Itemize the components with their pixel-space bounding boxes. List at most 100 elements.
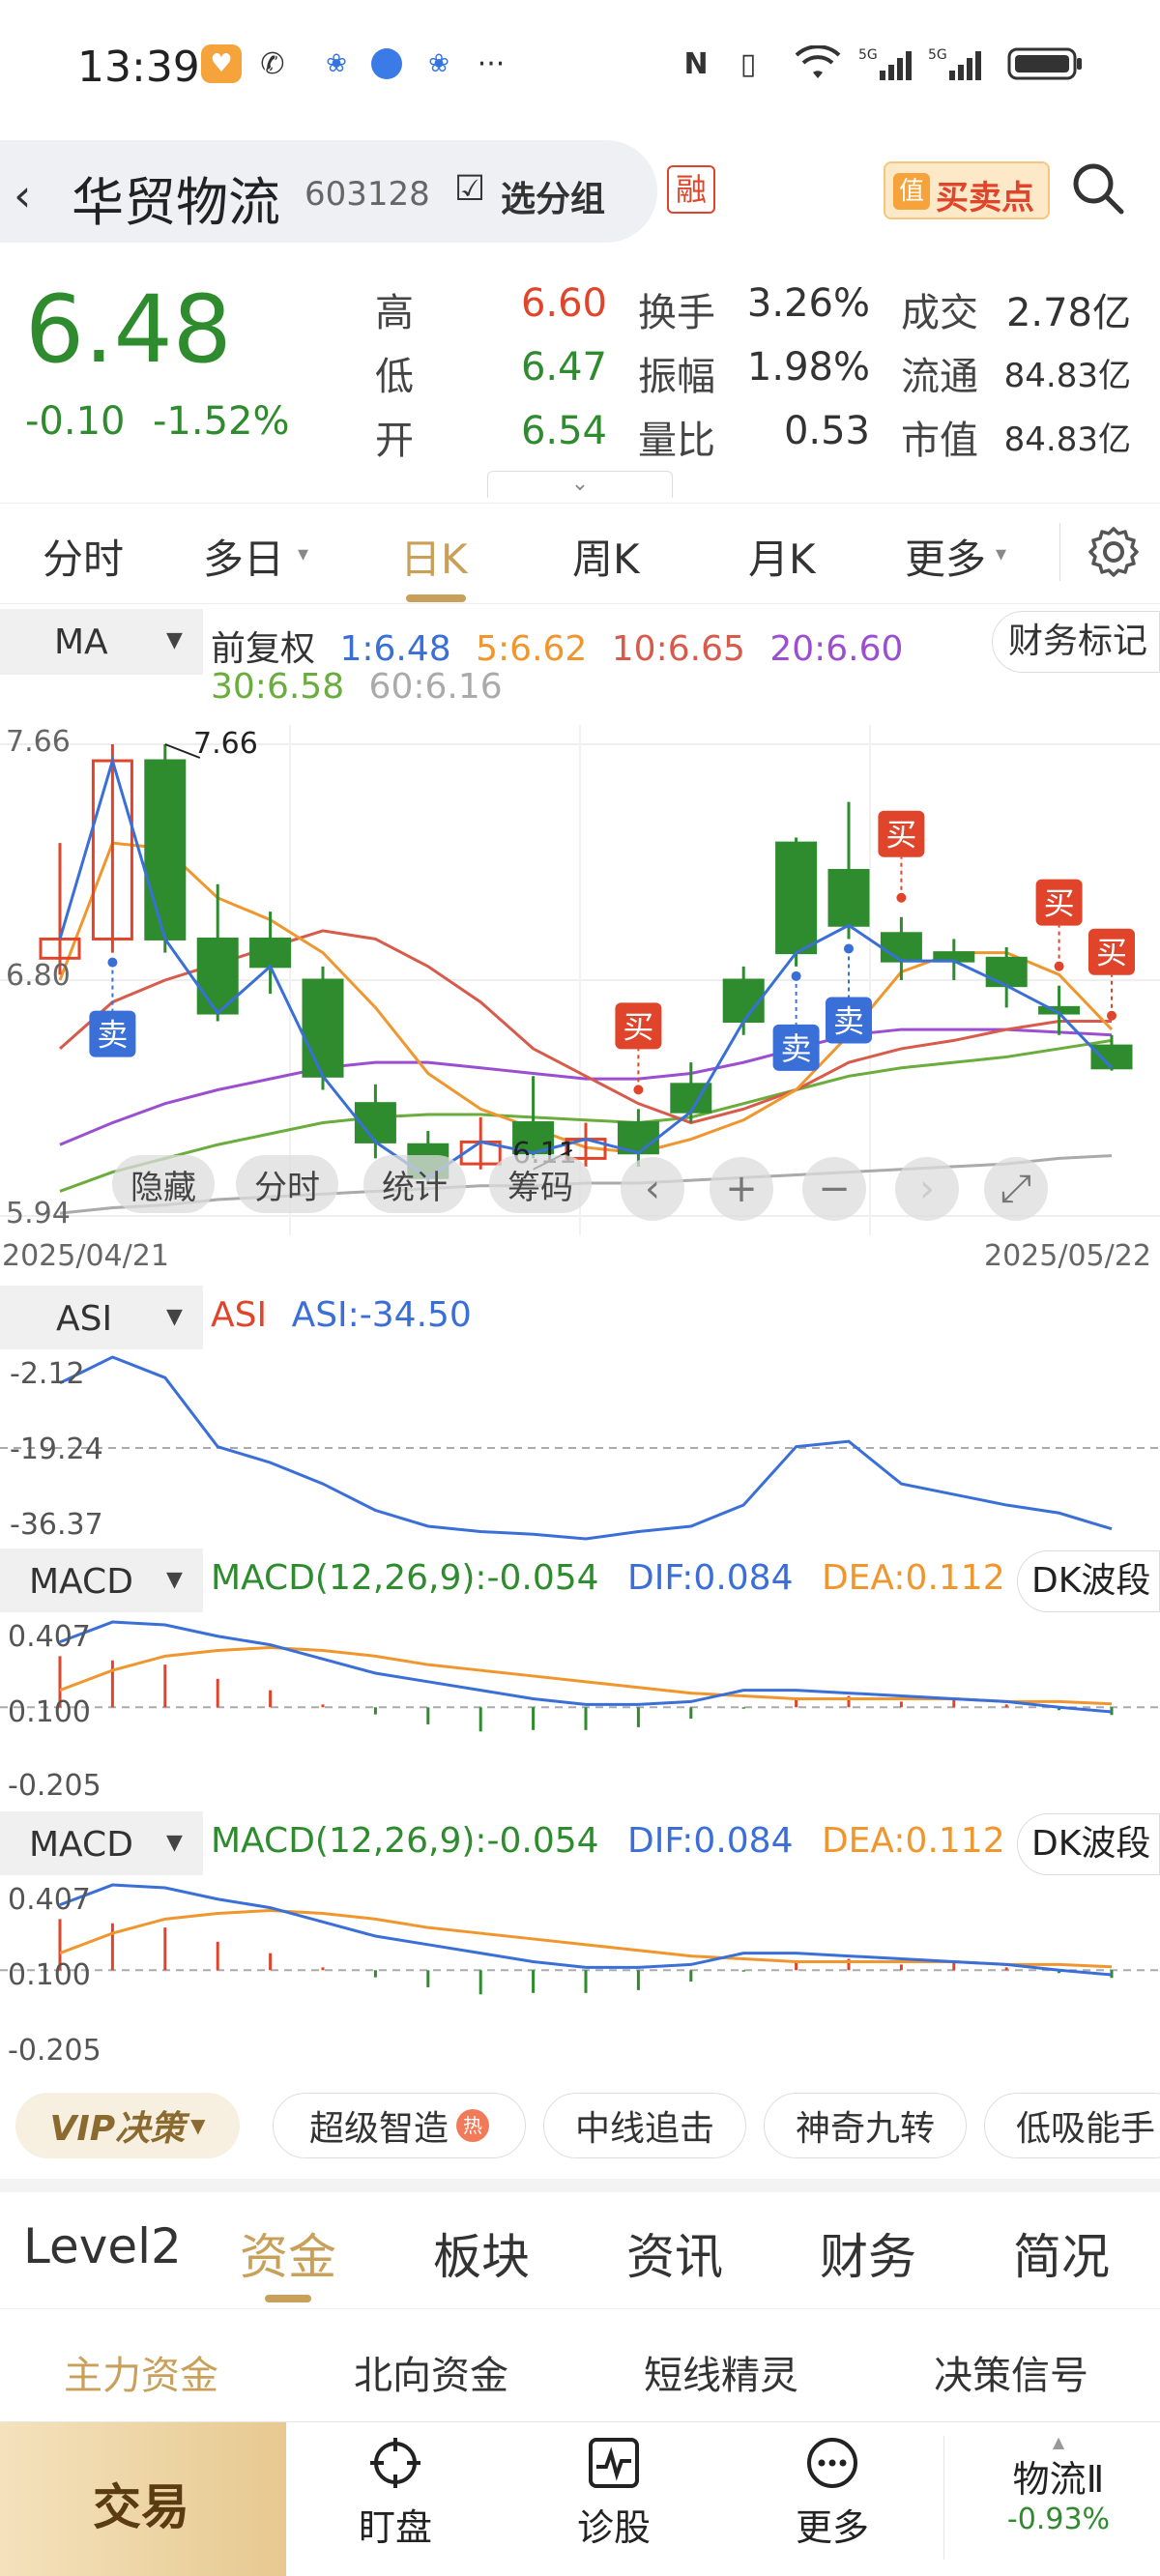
watch-label: 盯盘 <box>358 2506 432 2549</box>
adjust-label: 前复权 <box>211 629 316 669</box>
signal-dot <box>1054 961 1064 971</box>
svg-text:5G: 5G <box>928 47 947 63</box>
candle-body <box>775 841 818 955</box>
volume-ratio-label: 量比 <box>638 419 715 463</box>
kline-y-bot: 5.94 <box>6 1197 71 1230</box>
ma-selector[interactable]: MA ▼ <box>0 609 203 675</box>
chip-super-smart[interactable]: 超级智造 热 <box>273 2093 526 2158</box>
zoom-out-icon[interactable]: − <box>802 1157 866 1221</box>
trade-label: 交易 <box>93 2479 189 2535</box>
stats-button[interactable]: 统计 <box>363 1155 466 1213</box>
tab-news[interactable]: 资讯 <box>626 2218 723 2288</box>
divider <box>1059 523 1060 581</box>
macd-dea: DEA:0.112 <box>821 1821 1005 1861</box>
diagnose-button[interactable]: 诊股 <box>551 2436 677 2551</box>
ma20-value: 20:6.60 <box>769 629 904 669</box>
margin-badge: 融 <box>667 165 715 214</box>
group-button[interactable]: 选分组 <box>501 171 605 221</box>
fund-tab-main[interactable]: 主力资金 <box>64 2344 218 2400</box>
more-dots-icon <box>807 2438 857 2488</box>
buy-signal-label: 买 <box>1096 935 1127 971</box>
zoom-in-icon[interactable]: + <box>710 1157 773 1221</box>
chip-low-buy[interactable]: 低吸能手 <box>984 2093 1160 2158</box>
turnover-label: 换手 <box>638 291 715 335</box>
signal-dot <box>633 1085 644 1095</box>
more-button[interactable]: 更多 <box>769 2436 895 2551</box>
finance-mark-button[interactable]: 财务标记 <box>992 611 1160 673</box>
tab-sector[interactable]: 板块 <box>433 2218 530 2288</box>
tab-weekly-k[interactable]: 周K <box>572 527 640 586</box>
buy-signal-label: 买 <box>623 1008 653 1045</box>
macd-selector[interactable]: MACD ▼ <box>0 1811 203 1875</box>
hide-button[interactable]: 隐藏 <box>112 1155 215 1213</box>
amplitude-label: 振幅 <box>638 355 715 399</box>
price-change-pct: -1.52% <box>153 399 290 444</box>
settings-gear-icon[interactable] <box>1087 525 1141 583</box>
tab-funds[interactable]: 资金 <box>240 2218 336 2288</box>
chevron-right-icon[interactable]: › <box>895 1157 959 1221</box>
macd-params: MACD(12,26,9):-0.054 <box>211 1558 599 1598</box>
asi-selector[interactable]: ASI ▼ <box>0 1286 203 1349</box>
ma-legend-row1: 前复权 1:6.48 5:6.62 10:6.65 20:6.60 <box>211 621 903 671</box>
tab-financials[interactable]: 财务 <box>820 2218 916 2288</box>
fund-tab-short-sprite[interactable]: 短线精灵 <box>644 2344 798 2400</box>
section-divider <box>0 2179 1160 2192</box>
turnover-value: 3.26% <box>746 281 870 326</box>
fund-tab-northbound[interactable]: 北向资金 <box>354 2344 508 2400</box>
high-value: 6.60 <box>520 281 607 326</box>
float-value: 84.83亿 <box>1003 357 1131 395</box>
kline-y-top: 7.66 <box>6 725 71 759</box>
mcap-label: 市值 <box>901 419 978 463</box>
signal-5g-icon: 5G <box>926 44 990 83</box>
chips-button[interactable]: 筹码 <box>489 1155 592 1213</box>
search-icon[interactable] <box>1069 159 1127 221</box>
volume-ratio-value: 0.53 <box>783 409 870 453</box>
more-dots-icon: ··· <box>477 46 506 81</box>
buy-sell-points-button[interactable]: 值 买卖点 <box>884 161 1050 219</box>
dropdown-icon: ▼ <box>166 1305 183 1329</box>
macd-params: MACD(12,26,9):-0.054 <box>211 1821 599 1861</box>
macd-dif: DIF:0.084 <box>627 1558 794 1598</box>
dk-band-button[interactable]: DK波段 <box>1017 1813 1160 1875</box>
tab-monthly-k[interactable]: 月K <box>748 527 816 586</box>
high-label: 高 <box>375 291 414 335</box>
tab-level2[interactable]: Level2 <box>23 2218 182 2274</box>
chevron-left-icon[interactable]: ‹ <box>621 1157 684 1221</box>
asi-name: ASI <box>211 1295 268 1335</box>
tab-more[interactable]: 更多 <box>905 527 986 586</box>
last-price: 6.48 <box>25 275 232 384</box>
tab-intraday[interactable]: 分时 <box>43 527 124 586</box>
tab-multiday[interactable]: 多日 <box>203 527 284 586</box>
dk-band-button[interactable]: DK波段 <box>1017 1550 1160 1612</box>
stock-name: 华贸物流 <box>72 172 280 233</box>
price-change: -0.10 <box>25 399 126 444</box>
macd-selector[interactable]: MACD ▼ <box>0 1548 203 1612</box>
trade-button[interactable]: 交易 <box>0 2422 286 2576</box>
fullscreen-icon[interactable]: ⤢ <box>984 1157 1048 1221</box>
open-value: 6.54 <box>520 409 607 453</box>
macd-y-top: 0.407 <box>8 1883 91 1917</box>
stock-header: ‹ 华贸物流 603128 ☑ 选分组 融 值 买卖点 <box>0 140 1160 246</box>
sector-change: -0.93% <box>1006 2503 1111 2536</box>
asi-legend: ASI ASI:-34.50 <box>211 1295 472 1335</box>
value-icon: 值 <box>893 173 930 210</box>
signal-dot <box>1107 1010 1116 1021</box>
candle-body <box>249 937 292 969</box>
sector-index-button[interactable]: ▲ 物流Ⅱ -0.93% <box>967 2435 1150 2537</box>
tab-daily-k[interactable]: 日K <box>400 527 468 586</box>
chip-mid-line[interactable]: 中线追击 <box>543 2093 746 2158</box>
tab-profile[interactable]: 简况 <box>1013 2218 1110 2288</box>
chip-magic-nine[interactable]: 神奇九转 <box>764 2093 967 2158</box>
watch-button[interactable]: 盯盘 <box>333 2436 458 2551</box>
intraday-button[interactable]: 分时 <box>236 1155 338 1213</box>
back-icon[interactable]: ‹ <box>14 169 31 221</box>
stock-code: 603128 <box>304 175 430 214</box>
signal-dot <box>896 892 907 903</box>
dropdown-icon: ▼ <box>166 1568 183 1592</box>
amount-value: 2.78亿 <box>1005 291 1131 335</box>
expand-chevron-icon[interactable]: ⌄ <box>487 471 673 498</box>
candle-body <box>39 937 81 960</box>
vip-decision-button[interactable]: VIP决策 ▼ <box>15 2093 240 2158</box>
crosshair-icon <box>370 2438 420 2488</box>
fund-tab-decision[interactable]: 决策信号 <box>934 2344 1088 2400</box>
